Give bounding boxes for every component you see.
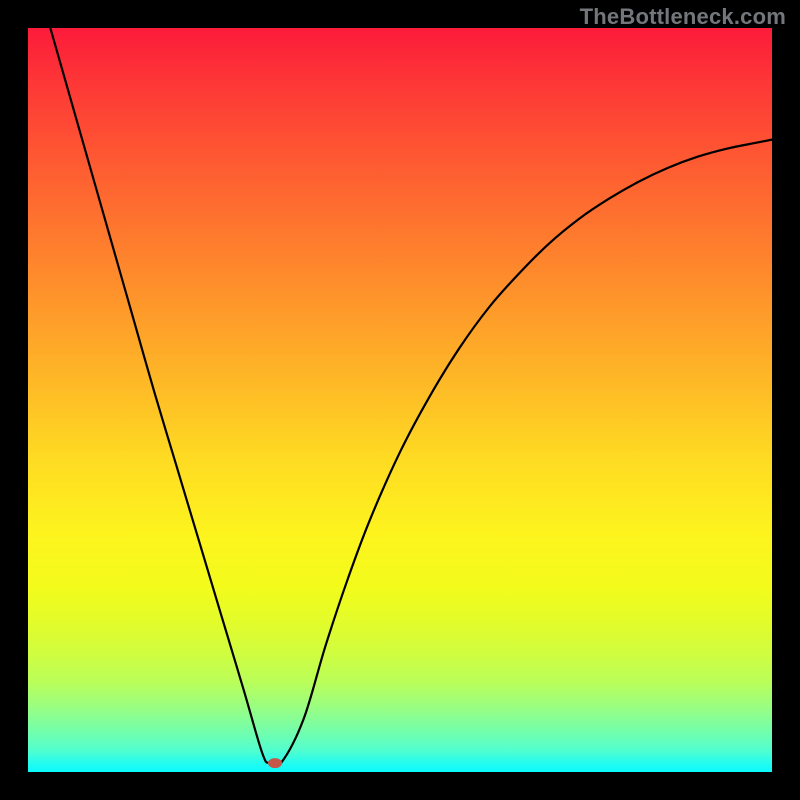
bottleneck-curve xyxy=(28,28,772,772)
chart-frame: TheBottleneck.com xyxy=(0,0,800,800)
plot-area xyxy=(28,28,772,772)
watermark-text: TheBottleneck.com xyxy=(580,4,786,30)
